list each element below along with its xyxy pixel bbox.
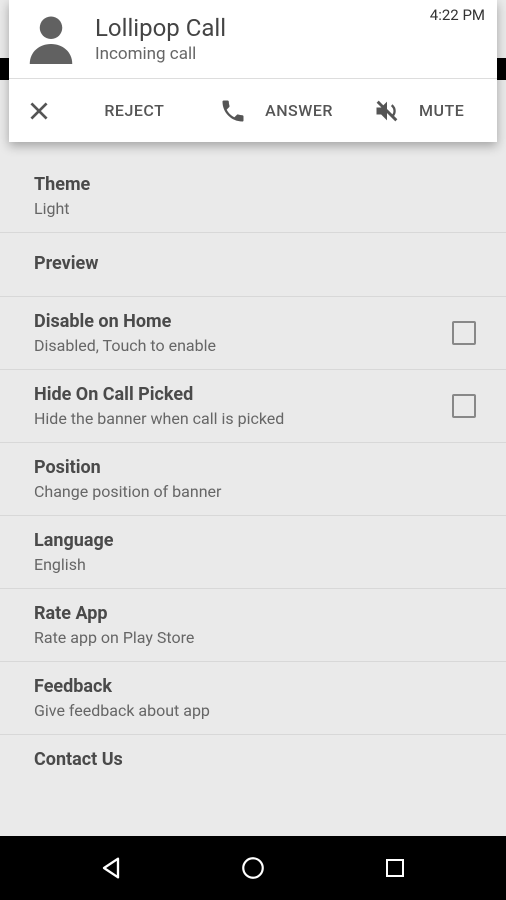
time-label: 4:22 PM <box>430 6 485 24</box>
mute-button[interactable]: MUTE <box>348 97 491 125</box>
android-navbar <box>0 836 506 900</box>
setting-sub: Disabled, Touch to enable <box>34 336 452 355</box>
phone-icon <box>211 97 255 125</box>
setting-sub: Hide the banner when call is picked <box>34 409 452 428</box>
setting-sub: Rate app on Play Store <box>34 628 476 647</box>
setting-sub: Light <box>34 199 476 218</box>
setting-sub: English <box>34 555 476 574</box>
setting-title: Preview <box>34 253 476 274</box>
setting-sub: Change position of banner <box>34 482 476 501</box>
caller-subtitle: Incoming call <box>95 44 485 64</box>
speaker-mute-icon <box>365 97 409 125</box>
checkbox[interactable] <box>452 394 476 418</box>
answer-label: ANSWER <box>255 101 343 120</box>
caller-title: Lollipop Call <box>95 14 485 42</box>
setting-hide-on-call-picked[interactable]: Hide On Call Picked Hide the banner when… <box>0 370 506 443</box>
home-button[interactable] <box>213 855 293 881</box>
reject-label: REJECT <box>94 101 174 120</box>
setting-rate-app[interactable]: Rate App Rate app on Play Store <box>0 589 506 662</box>
incoming-call-banner: Lollipop Call Incoming call 4:22 PM REJE… <box>9 0 497 142</box>
avatar-icon <box>21 9 81 69</box>
setting-title: Rate App <box>34 603 476 624</box>
back-button[interactable] <box>71 854 151 882</box>
setting-title: Theme <box>34 174 476 195</box>
settings-list: Theme Light Preview Disable on Home Disa… <box>0 150 506 784</box>
answer-button[interactable]: ANSWER <box>206 97 349 125</box>
setting-language[interactable]: Language English <box>0 516 506 589</box>
close-icon <box>17 98 61 124</box>
reject-button[interactable]: REJECT <box>63 101 206 120</box>
close-button[interactable] <box>15 98 63 124</box>
recents-button[interactable] <box>355 856 435 880</box>
setting-title: Disable on Home <box>34 311 452 332</box>
setting-disable-on-home[interactable]: Disable on Home Disabled, Touch to enabl… <box>0 297 506 370</box>
setting-theme[interactable]: Theme Light <box>0 160 506 233</box>
setting-position[interactable]: Position Change position of banner <box>0 443 506 516</box>
setting-title: Language <box>34 530 476 551</box>
setting-sub: Give feedback about app <box>34 701 476 720</box>
setting-title: Contact Us <box>34 749 476 770</box>
setting-preview[interactable]: Preview <box>0 233 506 297</box>
setting-feedback[interactable]: Feedback Give feedback about app <box>0 662 506 735</box>
setting-contact-us[interactable]: Contact Us <box>0 735 506 784</box>
setting-title: Feedback <box>34 676 476 697</box>
checkbox[interactable] <box>452 321 476 345</box>
setting-title: Position <box>34 457 476 478</box>
setting-title: Hide On Call Picked <box>34 384 452 405</box>
mute-label: MUTE <box>409 101 474 120</box>
